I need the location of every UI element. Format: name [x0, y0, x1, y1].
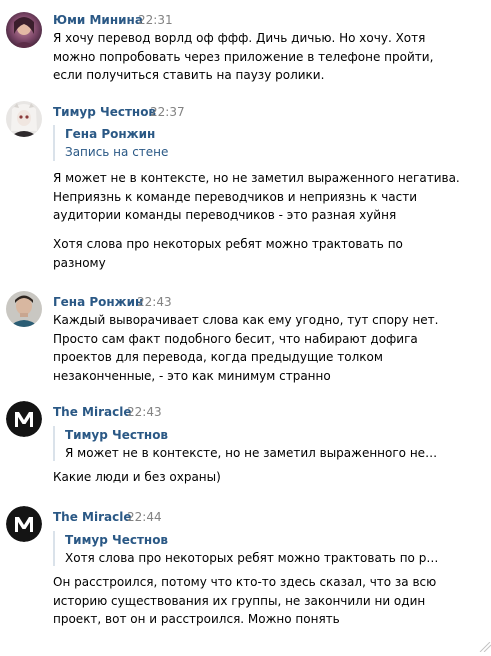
quote-author[interactable]: Тимур Честнов — [65, 428, 168, 443]
reply-quote[interactable]: Тимур Честнов Я может не в контексте, но… — [53, 426, 445, 461]
message-time[interactable]: 22:43 — [127, 405, 162, 420]
avatar[interactable] — [6, 101, 42, 137]
message-line: проектов для перевода, когда предыдущие … — [53, 350, 383, 364]
message-line: аудитории команды переводчиков - это раз… — [53, 208, 397, 222]
message-time[interactable]: 22:37 — [150, 105, 185, 120]
message-item: Юми Минина 22:31 Я хочу перевод ворлд оф… — [0, 0, 491, 95]
message-line: если получиться ставить на паузу ролики. — [53, 68, 325, 82]
message-item: Тимур Честнов 22:37 Гена Ронжин Запись н… — [0, 95, 491, 285]
resize-grip-icon — [479, 641, 491, 653]
message-line: незаконченные, - это как минимум странно — [53, 368, 331, 383]
message-item: The Miracle 22:44 Тимур Честнов Хотя сло… — [0, 500, 491, 647]
message-line: Каждый выворачивает слова как ему угодно… — [53, 313, 439, 327]
message-text: Я может не в контексте, но не заметил вы… — [53, 169, 460, 225]
avatar[interactable] — [6, 291, 42, 327]
quote-text[interactable]: Хотя слова про некоторых ребят можно тра… — [65, 551, 443, 566]
reply-quote[interactable]: Тимур Честнов Хотя слова про некоторых р… — [53, 531, 445, 566]
message-time[interactable]: 22:43 — [137, 295, 172, 310]
quote-text[interactable]: Я может не в контексте, но не заметил вы… — [65, 446, 443, 461]
scrollbar-corner[interactable] — [477, 637, 491, 653]
avatar[interactable] — [6, 12, 42, 48]
message-time[interactable]: 22:44 — [127, 510, 162, 525]
quote-text[interactable]: Запись на стене — [65, 145, 168, 160]
message-text: Он расстроился, потому что кто-то здесь … — [53, 573, 436, 629]
message-line: можно попробовать через приложение в тел… — [53, 49, 434, 64]
user-photo-icon — [6, 101, 42, 137]
quote-author[interactable]: Гена Ронжин — [65, 127, 155, 142]
reply-quote[interactable]: Гена Ронжин Запись на стене — [53, 125, 445, 161]
message-item: The Miracle 22:43 Тимур Честнов Я может … — [0, 395, 491, 500]
message-author[interactable]: The Miracle — [53, 510, 131, 525]
message-author[interactable]: The Miracle — [53, 405, 131, 420]
message-line: Неприязнь к команде переводчиков и непри… — [53, 189, 418, 204]
message-author[interactable]: Тимур Честнов — [53, 105, 156, 120]
user-photo-icon — [6, 12, 42, 48]
message-line: Он расстроился, потому что кто-то здесь … — [53, 575, 437, 589]
message-text: Я хочу перевод ворлд оф ффф. Дичь дичью.… — [53, 29, 433, 85]
message-author[interactable]: Юми Минина — [53, 13, 143, 28]
message-text: Каждый выворачивает слова как ему угодно… — [53, 311, 438, 385]
message-line: Какие люди и без охраны) — [53, 470, 221, 484]
message-line: Я может не в контексте, но не заметил вы… — [53, 171, 460, 185]
message-line: Я хочу перевод ворлд оф ффф. Дичь дичью.… — [53, 31, 426, 45]
message-text: Хотя слова про некоторых ребят можно тра… — [53, 235, 403, 272]
message-time[interactable]: 22:31 — [138, 13, 173, 28]
avatar[interactable] — [6, 401, 42, 437]
message-author[interactable]: Гена Ронжин — [53, 295, 143, 310]
quote-author[interactable]: Тимур Честнов — [65, 533, 168, 548]
avatar[interactable] — [6, 506, 42, 542]
message-line: проект, вот он и расстроился. Можно поня… — [53, 612, 340, 626]
message-line: Хотя слова про некоторых ребят можно тра… — [53, 237, 403, 251]
message-item: Гена Ронжин 22:43 Каждый выворачивает сл… — [0, 285, 491, 395]
miracle-logo-icon — [6, 401, 42, 437]
user-photo-icon — [6, 291, 42, 327]
message-line: разному — [53, 255, 106, 270]
miracle-logo-icon — [6, 506, 42, 542]
message-line: историю существования их группы, не зако… — [53, 593, 426, 608]
message-text: Какие люди и без охраны) — [53, 468, 221, 487]
message-line: Просто сам факт подобного бесит, что наб… — [53, 331, 418, 346]
